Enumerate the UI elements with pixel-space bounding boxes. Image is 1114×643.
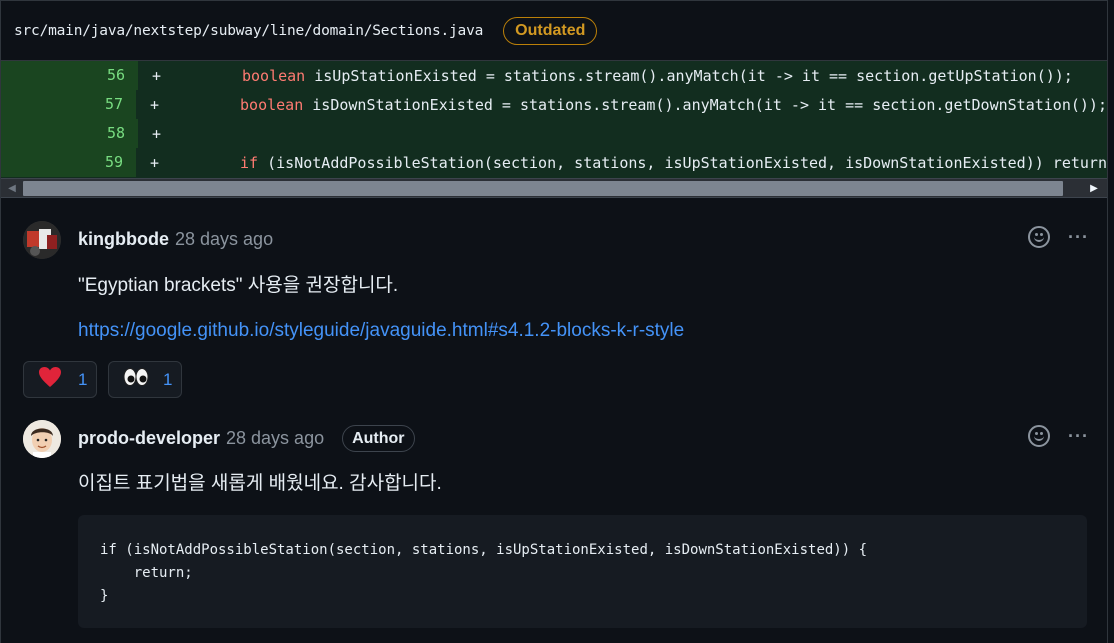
heart-icon [38, 366, 62, 393]
reaction-count: 1 [163, 369, 173, 389]
author-name[interactable]: kingbbode [78, 229, 169, 250]
comment-actions: ··· [1028, 226, 1089, 248]
scroll-thumb[interactable] [23, 181, 1063, 196]
keyword: boolean [242, 66, 306, 85]
diff-line: 56 + boolean isUpStationExisted = statio… [1, 61, 1107, 90]
outdated-badge: Outdated [503, 16, 598, 45]
reaction-eyes[interactable]: 1 [108, 361, 182, 398]
reaction-heart[interactable]: 1 [23, 361, 97, 398]
comment-body: 이집트 표기법을 새롭게 배웠네요. 감사합니다. [78, 473, 442, 494]
scroll-left-icon[interactable]: ◀ [3, 179, 21, 197]
file-header: src/main/java/nextstep/subway/line/domai… [1, 1, 1107, 61]
comment-header: prodo-developer 28 days ago Author [78, 425, 415, 452]
added-marker: + [150, 153, 160, 172]
code-text: isDownStationExisted = stations.stream()… [303, 95, 1107, 114]
author-badge: Author [342, 425, 415, 452]
line-number[interactable]: 56 [1, 61, 138, 90]
line-code: + boolean isDownStationExisted = station… [136, 96, 1107, 114]
line-code: + [138, 125, 242, 143]
line-number[interactable]: 58 [1, 119, 138, 148]
timestamp[interactable]: 28 days ago [175, 229, 273, 250]
file-path[interactable]: src/main/java/nextstep/subway/line/domai… [14, 23, 483, 39]
code-text: (isNotAddPossibleStation(section, statio… [258, 153, 1107, 172]
add-reaction-icon[interactable] [1028, 226, 1051, 248]
reaction-count: 1 [78, 369, 88, 389]
diff-line: 58 + [1, 119, 1107, 148]
line-code: + if (isNotAddPossibleStation(section, s… [136, 154, 1107, 172]
author-name[interactable]: prodo-developer [78, 428, 220, 449]
diff-line: 59 + if (isNotAddPossibleStation(section… [1, 148, 1107, 177]
keyword: boolean [240, 95, 304, 114]
more-options-icon[interactable]: ··· [1068, 227, 1089, 248]
comment-actions: ··· [1028, 425, 1089, 447]
diff-line: 57 + boolean isDownStationExisted = stat… [1, 90, 1107, 119]
style-guide-link[interactable]: https://google.github.io/styleguide/java… [78, 320, 684, 342]
add-reaction-icon[interactable] [1028, 425, 1051, 447]
added-marker: + [152, 66, 162, 85]
avatar[interactable] [23, 420, 61, 458]
avatar[interactable] [23, 221, 61, 259]
eyes-icon [123, 367, 149, 392]
scroll-right-icon[interactable]: ▶ [1085, 179, 1103, 197]
comment-body: "Egyptian brackets" 사용을 권장합니다. [78, 275, 399, 296]
review-thread: src/main/java/nextstep/subway/line/domai… [0, 0, 1108, 643]
added-marker: + [152, 124, 162, 143]
horizontal-scrollbar[interactable]: ◀ ▶ [1, 178, 1107, 198]
diff-hunk: 56 + boolean isUpStationExisted = statio… [1, 61, 1107, 178]
keyword: if [240, 153, 259, 172]
timestamp[interactable]: 28 days ago [226, 428, 324, 449]
added-marker: + [150, 95, 160, 114]
comment-header: kingbbode 28 days ago [78, 229, 273, 250]
line-number[interactable]: 59 [1, 148, 137, 177]
line-code: + boolean isUpStationExisted = stations.… [138, 67, 1073, 85]
code-block: if (isNotAddPossibleStation(section, sta… [78, 515, 1087, 628]
line-number[interactable]: 57 [1, 90, 137, 119]
code-text: isUpStationExisted = stations.stream().a… [305, 66, 1073, 85]
more-options-icon[interactable]: ··· [1068, 426, 1089, 447]
